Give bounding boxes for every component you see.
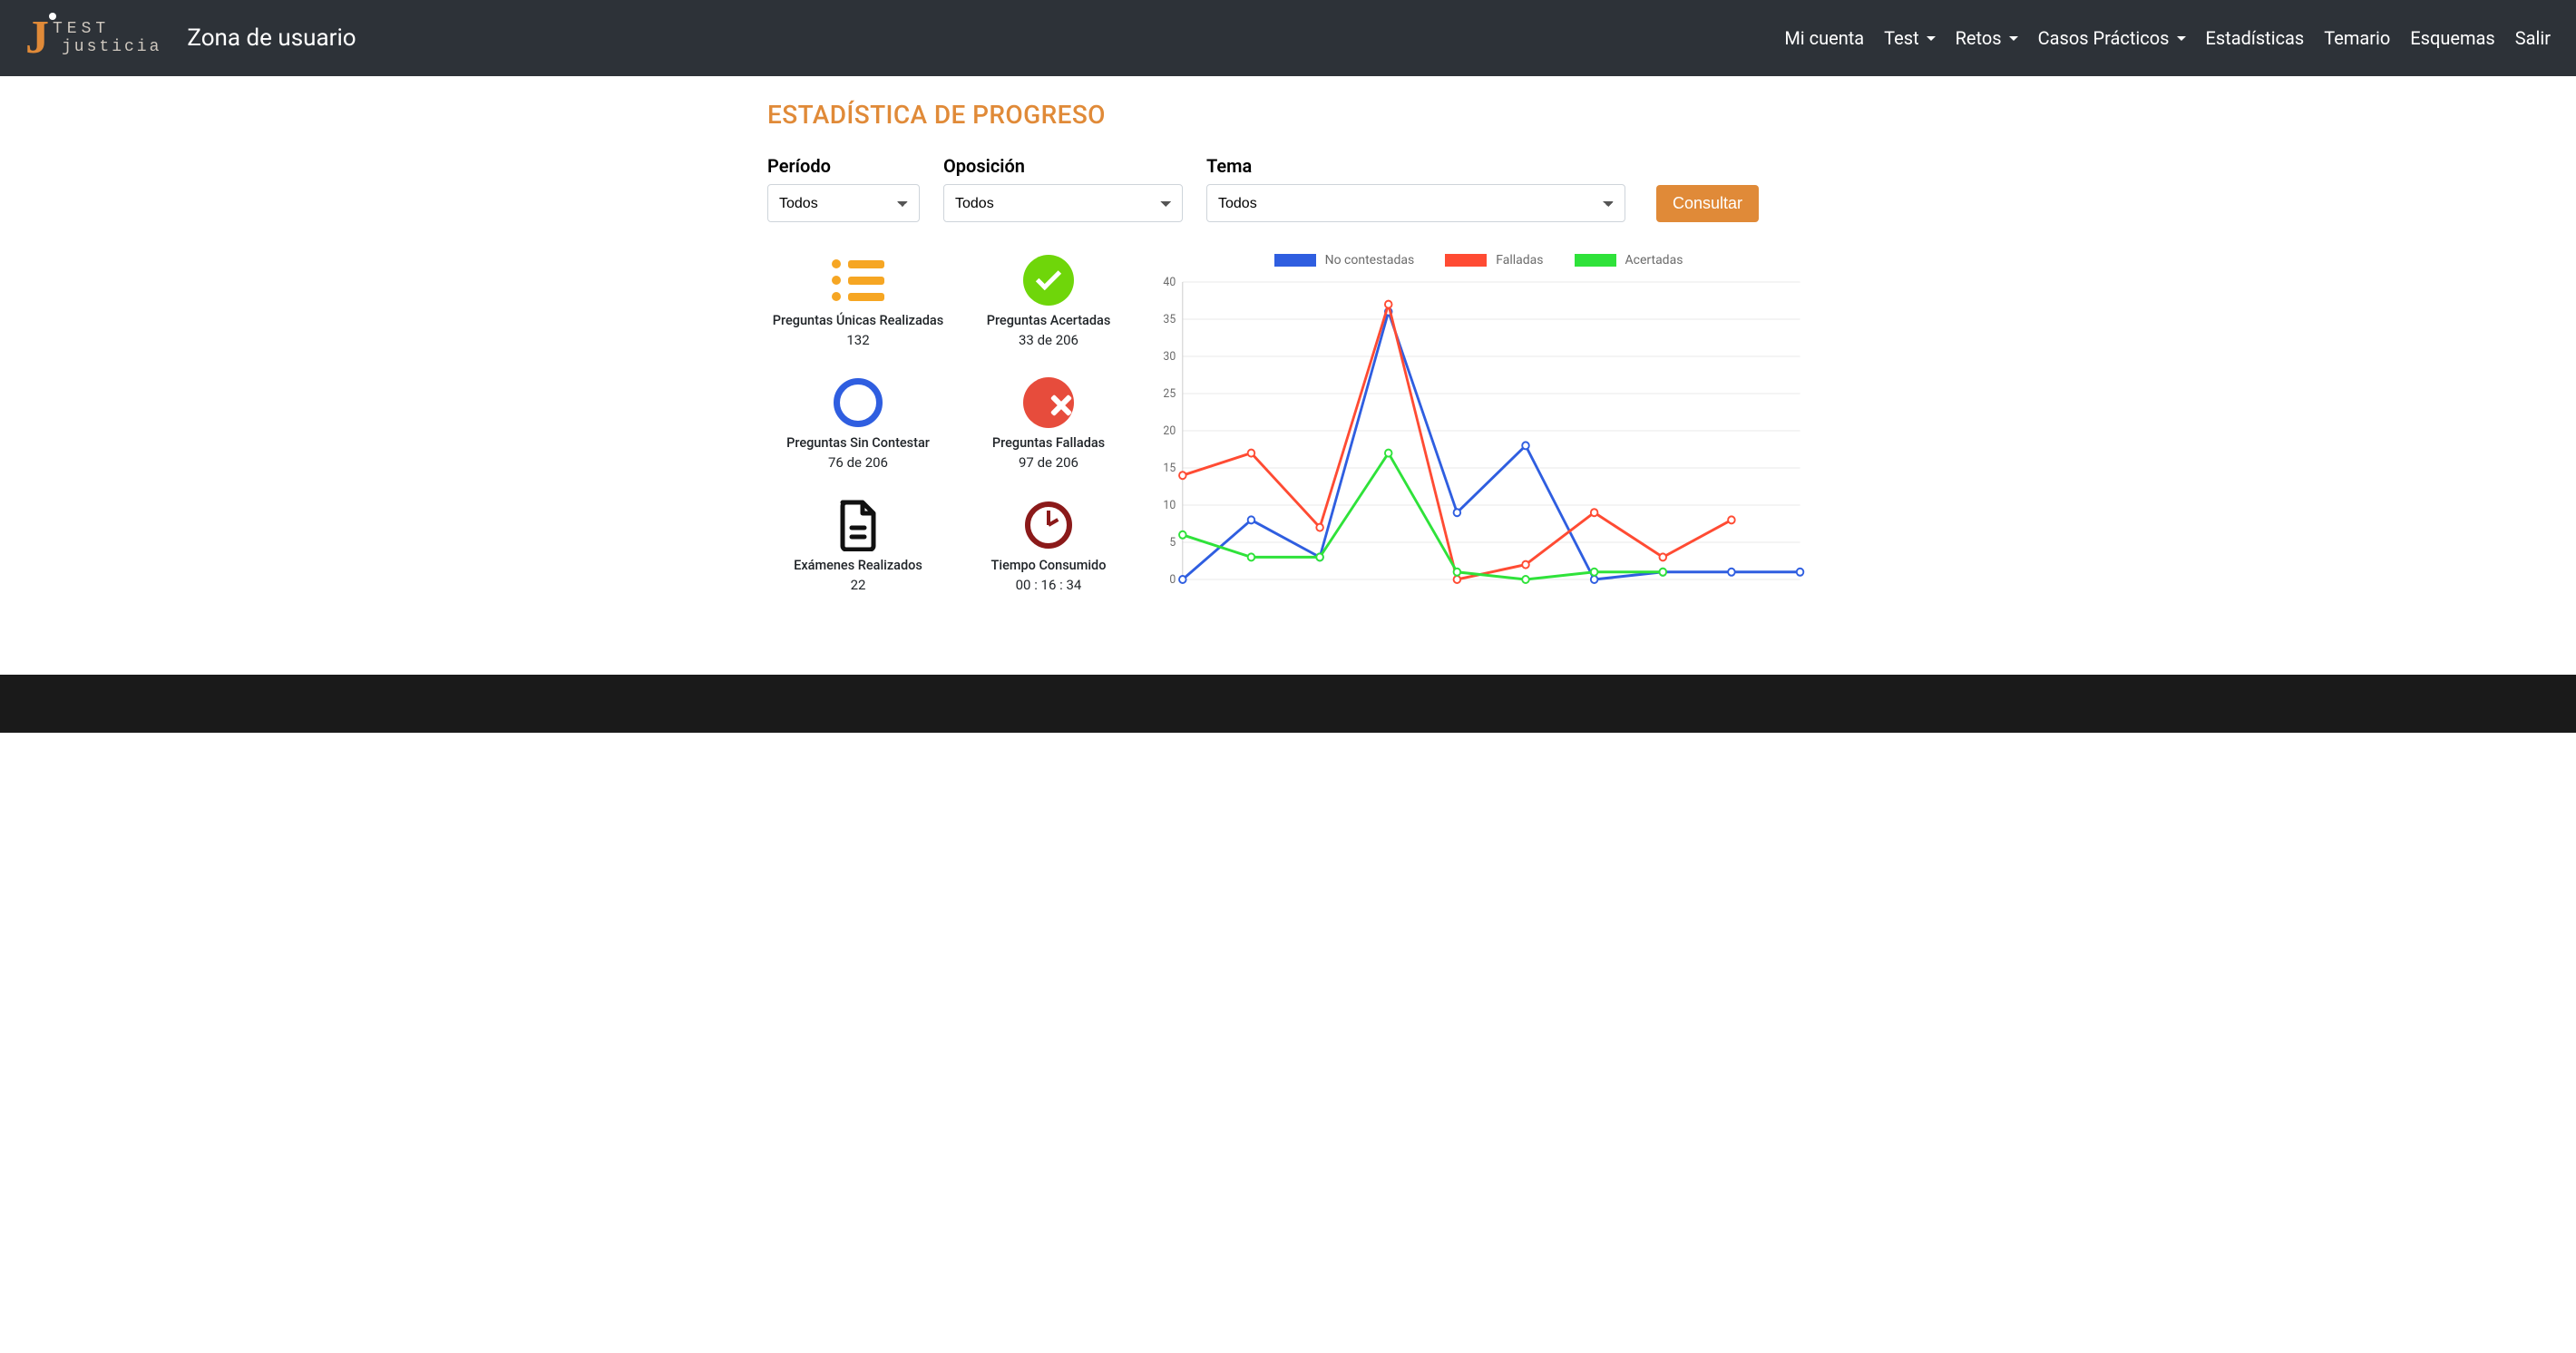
periodo-select[interactable]: Todos: [767, 184, 920, 222]
stat-value: 76 de 206: [828, 454, 888, 471]
legend-swatch-red: [1445, 254, 1487, 267]
filter-periodo: Período Todos: [767, 155, 920, 222]
stat-value: 97 de 206: [1019, 454, 1078, 471]
nav-estadisticas[interactable]: Estadísticas: [2206, 27, 2305, 49]
nav-retos[interactable]: Retos: [1956, 27, 2018, 49]
navbar: J TEST justicia Zona de usuario Mi cuent…: [0, 0, 2576, 76]
logo-text: TEST justicia: [53, 20, 161, 56]
svg-text:0: 0: [1169, 573, 1176, 587]
legend-label: Falladas: [1496, 253, 1543, 268]
page-footer: [0, 675, 2576, 733]
stat-title: Preguntas Únicas Realizadas: [773, 313, 943, 328]
stat-title: Tiempo Consumido: [991, 558, 1107, 573]
stat-title: Preguntas Acertadas: [987, 313, 1111, 328]
nav-label: Esquemas: [2410, 27, 2494, 49]
nav-esquemas[interactable]: Esquemas: [2410, 27, 2494, 49]
brand-title: Zona de usuario: [187, 24, 356, 52]
svg-text:25: 25: [1163, 387, 1176, 401]
nav-label: Estadísticas: [2206, 27, 2305, 49]
page-title: ESTADÍSTICA DE PROGRESO: [767, 100, 1809, 130]
periodo-label: Período: [767, 155, 920, 177]
nav-label: Casos Prácticos: [2038, 27, 2170, 49]
main-row: Preguntas Únicas Realizadas 132 Pregunta…: [767, 253, 1809, 593]
svg-text:15: 15: [1163, 462, 1176, 475]
legend-swatch-blue: [1274, 254, 1316, 267]
nav-label: Salir: [2515, 27, 2551, 49]
legend-label: No contestadas: [1325, 253, 1415, 268]
legend-falladas[interactable]: Falladas: [1445, 253, 1543, 268]
stat-preguntas-unicas: Preguntas Únicas Realizadas 132: [767, 253, 949, 348]
svg-text:40: 40: [1163, 276, 1176, 289]
nav-salir[interactable]: Salir: [2515, 27, 2551, 49]
svg-text:5: 5: [1169, 536, 1176, 550]
nav-label: Retos: [1956, 27, 2002, 49]
nav-mi-cuenta[interactable]: Mi cuenta: [1784, 27, 1864, 49]
logo-line1: TEST: [53, 20, 161, 38]
list-icon: [829, 253, 887, 307]
nav-test[interactable]: Test: [1884, 27, 1935, 49]
svg-text:30: 30: [1163, 350, 1176, 364]
stat-title: Exámenes Realizados: [794, 558, 922, 573]
chart-panel: No contestadas Falladas Acertadas 0 5 10 15…: [1148, 253, 1809, 590]
stat-examenes: Exámenes Realizados 22: [767, 498, 949, 593]
stat-falladas: Preguntas Falladas 97 de 206: [958, 375, 1139, 471]
filter-oposicion: Oposición Todos: [943, 155, 1183, 222]
check-circle-icon: [1020, 253, 1078, 307]
tema-select[interactable]: Todos: [1206, 184, 1625, 222]
caret-down-icon: [2177, 36, 2186, 41]
brand[interactable]: J TEST justicia Zona de usuario: [25, 15, 356, 62]
stat-preguntas-acertadas: Preguntas Acertadas 33 de 206: [958, 253, 1139, 348]
nav-temario[interactable]: Temario: [2324, 27, 2390, 49]
stat-value: 22: [851, 577, 866, 593]
x-circle-icon: [1020, 375, 1078, 430]
oposicion-label: Oposición: [943, 155, 1183, 177]
consultar-button[interactable]: Consultar: [1656, 185, 1759, 222]
chart-legend: No contestadas Falladas Acertadas: [1148, 253, 1809, 268]
stat-tiempo: Tiempo Consumido 00 : 16 : 34: [958, 498, 1139, 593]
stat-value: 00 : 16 : 34: [1016, 577, 1082, 593]
caret-down-icon: [1927, 36, 1936, 41]
logo-line2: justicia: [62, 38, 161, 56]
stat-title: Preguntas Sin Contestar: [786, 435, 930, 451]
nav-label: Temario: [2324, 27, 2390, 49]
chart-box: 0 5 10 15 20 25 30 35 40: [1148, 275, 1809, 590]
caret-down-icon: [2009, 36, 2018, 41]
nav-label: Mi cuenta: [1784, 27, 1864, 49]
svg-text:10: 10: [1163, 499, 1176, 512]
legend-no-contestadas[interactable]: No contestadas: [1274, 253, 1415, 268]
stat-value: 132: [846, 332, 869, 348]
svg-text:20: 20: [1163, 424, 1176, 438]
legend-acertadas[interactable]: Acertadas: [1575, 253, 1683, 268]
stats-grid: Preguntas Únicas Realizadas 132 Pregunta…: [767, 253, 1139, 593]
oposicion-select[interactable]: Todos: [943, 184, 1183, 222]
stat-title: Preguntas Falladas: [992, 435, 1105, 451]
stat-value: 33 de 206: [1019, 332, 1078, 348]
svg-text:35: 35: [1163, 313, 1176, 326]
legend-label: Acertadas: [1625, 253, 1683, 268]
document-icon: [829, 498, 887, 552]
nav-label: Test: [1884, 27, 1918, 49]
tema-label: Tema: [1206, 155, 1625, 177]
nav-links: Mi cuenta Test Retos Casos Prácticos Est…: [1784, 27, 2551, 49]
logo: J TEST justicia: [25, 15, 161, 62]
nav-casos-practicos[interactable]: Casos Prácticos: [2038, 27, 2186, 49]
legend-swatch-green: [1575, 254, 1616, 267]
line-chart: 0 5 10 15 20 25 30 35 40: [1148, 275, 1809, 590]
filters-row: Período Todos Oposición Todos Tema Todos…: [767, 155, 1809, 222]
clock-icon: [1020, 498, 1078, 552]
logo-j-glyph: J: [25, 15, 49, 62]
stat-sin-contestar: Preguntas Sin Contestar 76 de 206: [767, 375, 949, 471]
filter-tema: Tema Todos: [1206, 155, 1625, 222]
ring-icon: [829, 375, 887, 430]
